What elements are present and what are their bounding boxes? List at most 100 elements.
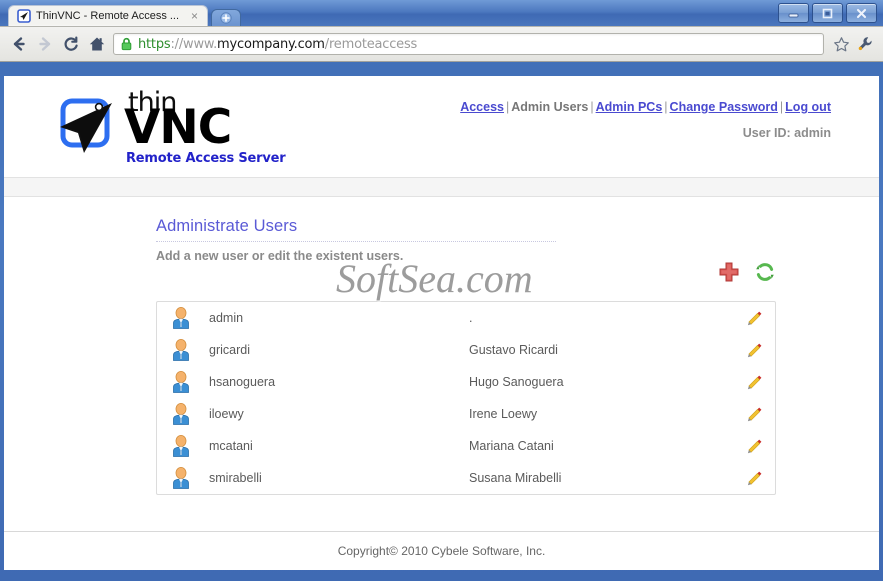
user-username: hsanoguera (209, 375, 276, 389)
page-viewport: thin VNC Remote Access Server Access | Adm… (4, 76, 879, 570)
pencil-icon (747, 375, 762, 389)
content-inner: Administrate Users Add a new user or edi… (156, 217, 776, 495)
user-fullname: Susana Mirabelli (469, 471, 562, 485)
action-buttons (718, 261, 776, 283)
browser-tab[interactable]: ThinVNC - Remote Access ... × (8, 5, 209, 26)
reload-button[interactable] (58, 31, 84, 57)
site-header: thin VNC Remote Access Server Access | Adm… (4, 76, 879, 177)
close-icon[interactable]: × (188, 10, 201, 23)
forward-button (32, 31, 58, 57)
logo-tagline: Remote Access Server (126, 151, 286, 166)
tools-menu-button[interactable] (853, 32, 877, 56)
page-subtitle: Add a new user or edit the existent user… (156, 249, 404, 263)
table-row[interactable]: gricardi Gustavo Ricardi (157, 334, 775, 366)
nav-separator: | (664, 100, 668, 114)
maximize-icon (822, 8, 833, 18)
user-username: mcatani (209, 439, 253, 453)
close-icon (856, 8, 867, 18)
user-fullname: Mariana Catani (469, 439, 554, 453)
nav-link-log-out[interactable]: Log out (785, 100, 831, 114)
url-host: mycompany.com (217, 36, 325, 52)
header-divider-band (4, 177, 879, 197)
pencil-icon (747, 343, 762, 357)
url-text: https://www.mycompany.com/remoteaccess (138, 37, 417, 52)
main-content: Administrate Users Add a new user or edi… (4, 197, 879, 570)
user-avatar-icon (173, 435, 189, 457)
address-bar[interactable]: https://www.mycompany.com/remoteaccess (113, 33, 824, 55)
wrench-icon (858, 37, 872, 51)
user-username: smirabelli (209, 471, 262, 485)
edit-user-button[interactable] (741, 310, 763, 327)
pencil-icon (747, 407, 762, 421)
pencil-icon (747, 471, 762, 485)
lock-icon (120, 37, 133, 51)
window-titlebar: ThinVNC - Remote Access ... × (0, 0, 883, 26)
user-fullname: Irene Loewy (469, 407, 538, 421)
tab-strip: ThinVNC - Remote Access ... × (8, 5, 242, 26)
user-avatar-icon (173, 467, 189, 489)
user-avatar-icon (173, 371, 189, 393)
refresh-icon (756, 263, 774, 281)
forward-arrow-icon (39, 37, 51, 51)
edit-user-button[interactable] (741, 342, 763, 359)
tab-title: ThinVNC - Remote Access ... (36, 10, 180, 22)
edit-user-button[interactable] (741, 470, 763, 487)
logo-text-vnc: VNC (124, 100, 232, 155)
url-scheme: https (138, 36, 171, 52)
nav-link-admin-users[interactable]: Admin Users (511, 100, 588, 114)
user-fullname: Hugo Sanoguera (469, 375, 564, 389)
table-row[interactable]: mcatani Mariana Catani (157, 430, 775, 462)
user-fullname: . (469, 311, 473, 325)
maximize-button[interactable] (812, 3, 843, 23)
new-tab-button[interactable] (211, 9, 242, 26)
user-id-label: User ID: admin (742, 126, 831, 140)
plus-icon (220, 12, 232, 24)
table-row[interactable]: smirabelli Susana Mirabelli (157, 462, 775, 494)
table-row[interactable]: iloewy Irene Loewy (157, 398, 775, 430)
user-avatar-icon (173, 307, 189, 329)
back-arrow-icon (13, 37, 25, 51)
add-user-button[interactable] (718, 261, 740, 283)
edit-user-button[interactable] (741, 406, 763, 423)
refresh-button[interactable] (754, 261, 776, 283)
back-button[interactable] (6, 31, 32, 57)
url-separator: ://www. (170, 36, 218, 52)
close-button[interactable] (846, 3, 877, 23)
user-avatar-icon (173, 403, 189, 425)
edit-user-button[interactable] (741, 374, 763, 391)
site-nav: Access | Admin Users | Admin PCs | Change Pass… (460, 100, 831, 114)
minimize-icon (788, 13, 799, 18)
thinvnc-logo: thin VNC Remote Access Server (60, 89, 300, 167)
table-row[interactable]: admin . (157, 302, 775, 334)
home-button[interactable] (84, 31, 110, 57)
nav-separator: | (506, 100, 510, 114)
nav-separator: | (590, 100, 594, 114)
page-title: Administrate Users (156, 217, 298, 235)
users-table: admin . gricardi Gustavo Ricardi hsanogu… (156, 301, 776, 495)
nav-link-access[interactable]: Access (460, 100, 504, 114)
site-footer: Copyright© 2010 Cybele Software, Inc. (4, 531, 879, 570)
reload-icon (64, 36, 78, 51)
bookmark-star-button[interactable] (829, 32, 853, 56)
star-icon (833, 36, 849, 51)
table-row[interactable]: hsanoguera Hugo Sanoguera (157, 366, 775, 398)
nav-separator: | (779, 100, 784, 114)
window-controls (778, 3, 877, 23)
thinvnc-favicon (17, 9, 31, 23)
pencil-icon (747, 311, 762, 325)
user-username: gricardi (209, 343, 250, 357)
nav-link-admin-pcs[interactable]: Admin PCs (596, 100, 663, 114)
user-fullname: Gustavo Ricardi (469, 343, 558, 357)
browser-window: ThinVNC - Remote Access ... × https://ww… (0, 0, 883, 581)
nav-link-change-password[interactable]: Change Password (670, 100, 778, 114)
url-path: /remoteaccess (324, 36, 418, 52)
edit-user-button[interactable] (741, 438, 763, 455)
copyright-text: Copyright© 2010 Cybele Software, Inc. (337, 544, 546, 558)
user-username: admin (209, 311, 244, 325)
browser-toolbar: https://www.mycompany.com/remoteaccess (0, 26, 883, 62)
minimize-button[interactable] (778, 3, 809, 23)
title-divider (156, 241, 556, 242)
pencil-icon (747, 439, 762, 453)
user-avatar-icon (173, 339, 189, 361)
plus-icon (719, 262, 739, 282)
